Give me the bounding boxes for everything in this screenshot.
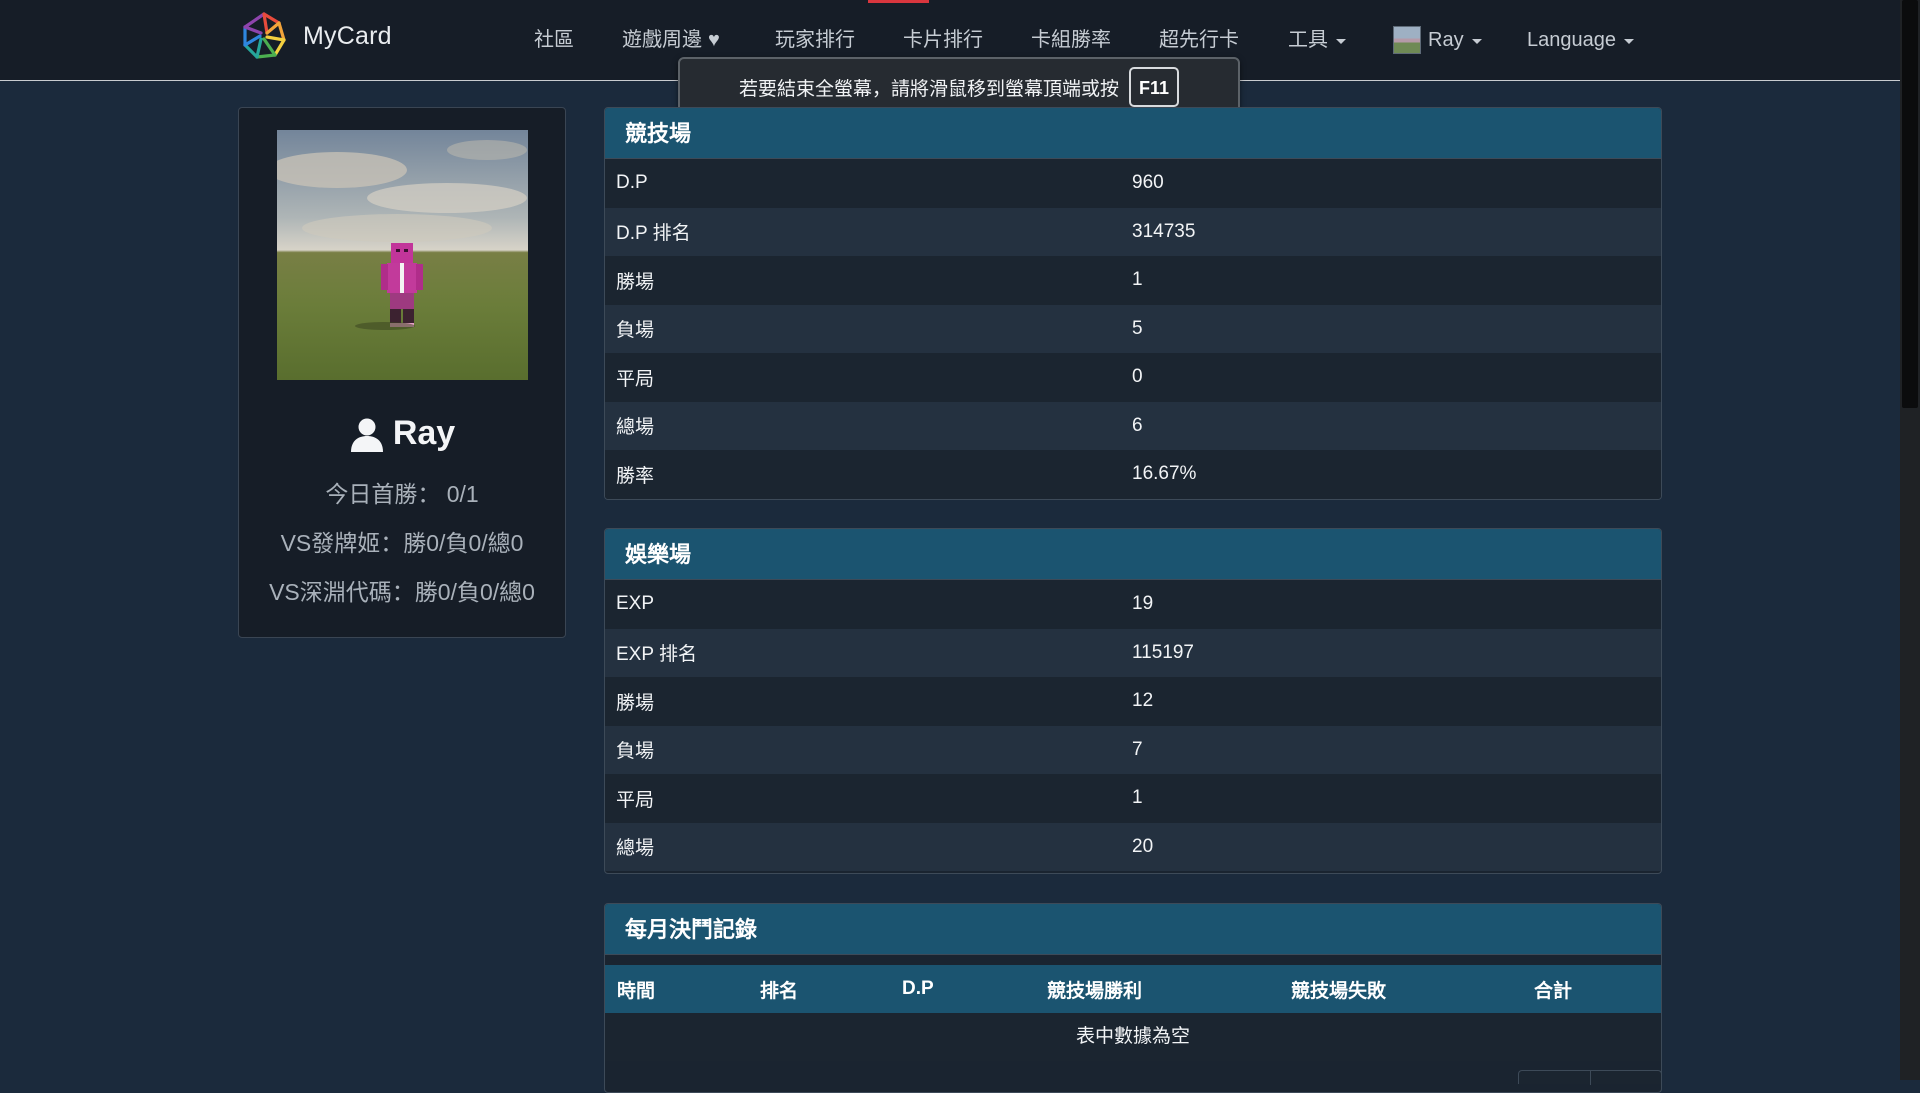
stat-label: EXP 排名 xyxy=(616,644,697,666)
avatar xyxy=(1393,26,1421,54)
stat-value: 314735 xyxy=(1132,220,1196,242)
column-header-rank[interactable]: 排名 xyxy=(760,976,798,1003)
fullscreen-notice-text: 若要結束全螢幕，請將滑鼠移到螢幕頂端或按 xyxy=(738,78,1119,100)
stat-label: 總場 xyxy=(616,417,655,439)
nav-tools-label: 工具 xyxy=(1288,29,1328,51)
profile-card: Ray 今日首勝： 0/1 VS發牌姬：勝0/負0/總0 VS深淵代碼：勝0/負… xyxy=(238,107,566,638)
brand-name: MyCard xyxy=(303,21,392,50)
pagination-control[interactable] xyxy=(1518,1070,1662,1085)
nav-language-dropdown[interactable]: Language xyxy=(1527,26,1634,54)
stat-label: D.P 排名 xyxy=(616,223,691,245)
stat-label: 總場 xyxy=(616,838,655,860)
stat-label: 勝率 xyxy=(616,465,655,487)
column-header-arena-wins[interactable]: 競技場勝利 xyxy=(1047,976,1142,1003)
stat-label: 負場 xyxy=(616,320,655,342)
table-row: 勝場 1 xyxy=(605,256,1661,305)
table-row: D.P 960 xyxy=(605,159,1661,208)
user-icon xyxy=(350,418,383,452)
chevron-down-icon xyxy=(1471,38,1482,44)
nav-community[interactable]: 社區 xyxy=(534,26,574,54)
fullscreen-key-badge: F11 xyxy=(1128,67,1180,107)
stat-label: D.P xyxy=(616,172,648,194)
mycard-logo-icon xyxy=(243,12,286,59)
profile-username-text: Ray xyxy=(392,414,456,452)
profile-vs-dealer: VS發牌姬：勝0/負0/總0 xyxy=(280,530,524,556)
scrollbar-thumb[interactable] xyxy=(1902,0,1918,408)
heart-icon: ♥ xyxy=(708,29,720,51)
table-row: 負場 7 xyxy=(605,725,1661,774)
stat-value: 960 xyxy=(1132,172,1164,194)
stat-value: 115197 xyxy=(1132,641,1194,663)
stat-label: 勝場 xyxy=(616,271,655,293)
nav-merch-label: 遊戲周邊 xyxy=(622,29,702,51)
column-header-total[interactable]: 合計 xyxy=(1534,976,1572,1003)
brand-link[interactable]: MyCard xyxy=(237,9,392,63)
monthly-table-header: 時間 排名 D.P 競技場勝利 競技場失敗 合計 xyxy=(605,965,1661,1013)
table-row: 平局 0 xyxy=(605,353,1661,402)
nav-language-label: Language xyxy=(1527,29,1616,51)
stat-value: 7 xyxy=(1132,738,1143,760)
stat-value: 16.67% xyxy=(1132,463,1197,485)
column-header-dp[interactable]: D.P xyxy=(902,978,934,1000)
arena-panel: 競技場 D.P 960 D.P 排名 314735 勝場 1 負場 5 平局 0 總場 6 … xyxy=(604,107,1662,500)
nav-user-dropdown[interactable]: Ray xyxy=(1393,26,1482,54)
table-row: 總場 6 xyxy=(605,401,1661,450)
stat-value: 1 xyxy=(1132,269,1143,291)
stat-value: 1 xyxy=(1132,787,1143,809)
stat-value: 0 xyxy=(1132,366,1143,388)
profile-first-win: 今日首勝： 0/1 xyxy=(325,481,479,507)
stat-value: 20 xyxy=(1132,835,1154,857)
nav-deck-winrate[interactable]: 卡組勝率 xyxy=(1031,26,1111,54)
nav-player-rank[interactable]: 玩家排行 xyxy=(775,26,855,54)
stat-value: 19 xyxy=(1132,593,1154,615)
profile-username: Ray xyxy=(239,414,565,453)
arena-stats-list: D.P 960 D.P 排名 314735 勝場 1 負場 5 平局 0 總場 6 勝率 16… xyxy=(605,159,1661,499)
arena-panel-title: 競技場 xyxy=(605,108,1661,159)
nav-tools-dropdown[interactable]: 工具 xyxy=(1288,26,1346,54)
table-row: 總場 20 xyxy=(605,822,1661,871)
profile-vs-abyss: VS深淵代碼：勝0/負0/總0 xyxy=(269,579,535,605)
table-row: D.P 排名 314735 xyxy=(605,207,1661,256)
stat-value: 6 xyxy=(1132,414,1143,436)
table-row: EXP 排名 115197 xyxy=(605,628,1661,677)
stat-label: 負場 xyxy=(616,741,655,763)
entertainment-panel: 娛樂場 EXP 19 EXP 排名 115197 勝場 12 負場 7 平局 1 總場 20 xyxy=(604,528,1662,874)
entertainment-stats-list: EXP 19 EXP 排名 115197 勝場 12 負場 7 平局 1 總場 20 xyxy=(605,580,1661,871)
monthly-record-panel-title: 每月決鬥記錄 xyxy=(605,904,1661,955)
stat-value: 12 xyxy=(1132,690,1154,712)
table-row: 負場 5 xyxy=(605,304,1661,353)
table-row: 勝率 16.67% xyxy=(605,450,1661,499)
chevron-down-icon xyxy=(1623,38,1634,44)
column-header-arena-losses[interactable]: 競技場失敗 xyxy=(1291,976,1386,1003)
nav-deck-winrate-label: 卡組勝率 xyxy=(1031,29,1111,51)
nav-community-label: 社區 xyxy=(534,29,574,51)
monthly-table-empty-message: 表中數據為空 xyxy=(605,1013,1661,1061)
column-header-time[interactable]: 時間 xyxy=(617,976,655,1003)
table-row: 勝場 12 xyxy=(605,677,1661,726)
nav-merch[interactable]: 遊戲周邊 ♥ xyxy=(622,26,720,54)
stat-label: 平局 xyxy=(616,368,655,390)
entertainment-panel-title: 娛樂場 xyxy=(605,529,1661,580)
nav-early-cards[interactable]: 超先行卡 xyxy=(1159,26,1239,54)
table-row: EXP 19 xyxy=(605,580,1661,629)
stat-label: 平局 xyxy=(616,789,655,811)
nav-user-label: Ray xyxy=(1428,29,1464,51)
stat-value: 5 xyxy=(1132,317,1143,339)
nav-card-rank[interactable]: 卡片排行 xyxy=(903,26,983,54)
table-row: 平局 1 xyxy=(605,774,1661,823)
nav-active-indicator xyxy=(868,0,929,3)
chevron-down-icon xyxy=(1336,38,1346,44)
stat-label: EXP xyxy=(616,593,655,615)
nav-early-cards-label: 超先行卡 xyxy=(1159,29,1239,51)
nav-player-rank-label: 玩家排行 xyxy=(775,29,855,51)
nav-card-rank-label: 卡片排行 xyxy=(903,29,983,51)
profile-avatar-image xyxy=(277,130,528,380)
monthly-record-panel: 每月決鬥記錄 時間 排名 D.P 競技場勝利 競技場失敗 合計 表中數據為空 xyxy=(604,903,1662,1093)
stat-label: 勝場 xyxy=(616,692,655,714)
